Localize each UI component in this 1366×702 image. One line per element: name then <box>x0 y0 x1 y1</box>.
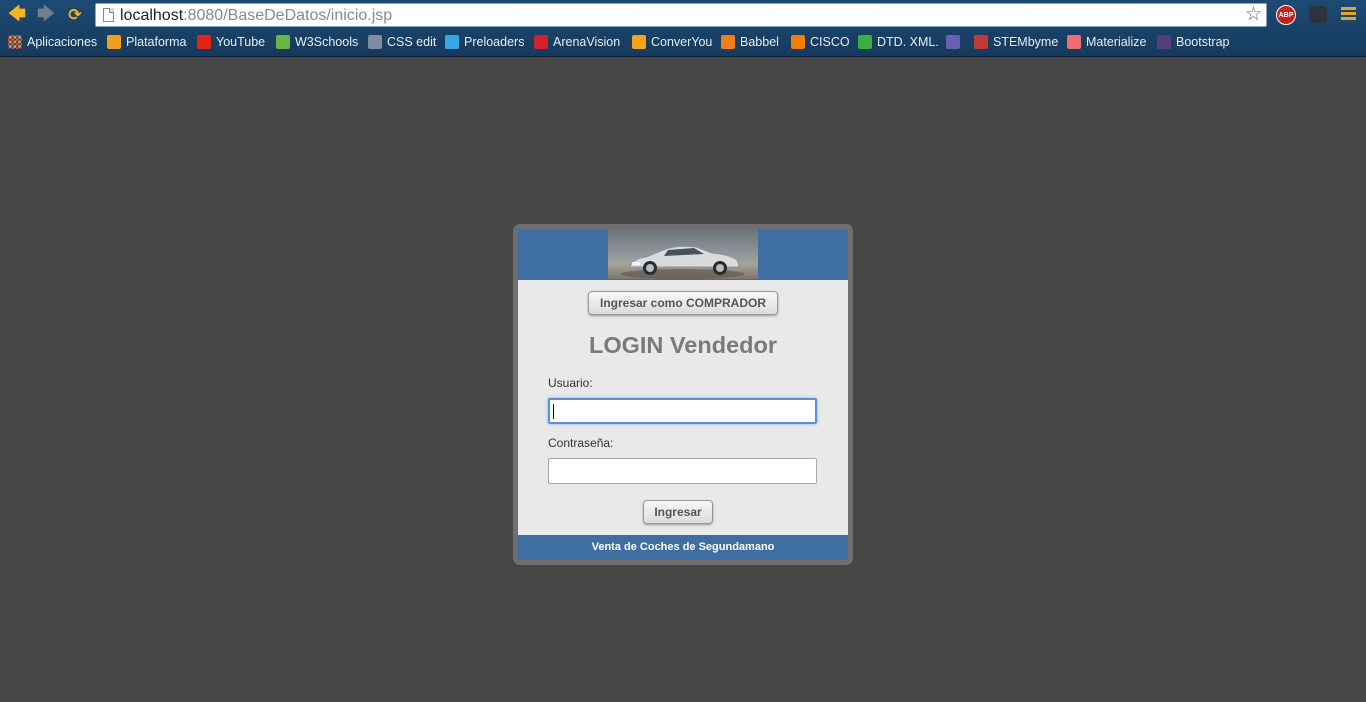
check-icon <box>858 35 872 49</box>
login-card-body: Ingresar como COMPRADOR LOGIN Vendedor U… <box>518 229 848 560</box>
bookmark-label: STEMbyme <box>993 35 1059 49</box>
bookmark-item[interactable]: Materialize <box>1067 33 1146 51</box>
bookmark-item[interactable]: DTD. XML. <box>858 33 939 51</box>
folder-icon <box>368 35 382 49</box>
bookmark-label: ArenaVision <box>553 35 621 49</box>
back-arrow-icon[interactable]: 🡄 <box>5 4 29 26</box>
password-field[interactable] <box>548 458 817 484</box>
bookmark-label: Bootstrap <box>1176 35 1230 49</box>
bookmark-item[interactable]: Aplicaciones <box>8 33 97 51</box>
login-title: LOGIN Vendedor <box>588 332 778 358</box>
bookmark-item[interactable]: Plataforma <box>107 33 186 51</box>
bookmark-label: Babbel <box>740 35 779 49</box>
bookmark-label: Aplicaciones <box>27 35 98 49</box>
bookmark-label: Plataforma <box>126 35 187 49</box>
apps-grid-icon <box>8 35 22 49</box>
bookmark-item[interactable]: STEMbyme <box>974 33 1058 51</box>
image-bookmark-icon <box>946 35 960 49</box>
bookmark-item[interactable] <box>946 33 965 51</box>
bookmark-label: CSS edit <box>387 35 437 49</box>
browser-toolbar: 🡄 🡆 ⟳ localhost:8080/BaseDeDatos/inicio.… <box>0 0 1366 30</box>
bookmark-item[interactable]: ArenaVision <box>534 33 620 51</box>
bookmark-label: Materialize <box>1086 35 1147 49</box>
stembyme-icon <box>974 35 988 49</box>
bookmark-label: CISCO <box>810 35 850 49</box>
blogger-icon <box>791 35 805 49</box>
bookmark-label: W3Schools <box>295 35 359 49</box>
browser-chrome: 🡄 🡆 ⟳ localhost:8080/BaseDeDatos/inicio.… <box>0 0 1366 57</box>
bookmark-item[interactable]: Preloaders <box>445 33 524 51</box>
bookmarks-bar: Aplicaciones Plataforma YouTube W3Schools CS… <box>0 31 1366 53</box>
card-header <box>518 229 848 280</box>
bookmark-item[interactable]: Bootstrap <box>1157 33 1230 51</box>
plataforma-icon <box>107 35 121 49</box>
address-bar[interactable]: localhost:8080/BaseDeDatos/inicio.jsp ☆ <box>95 3 1267 27</box>
adblock-plus-icon[interactable]: ABP <box>1276 5 1296 25</box>
materialize-icon <box>1067 35 1081 49</box>
car-image <box>608 229 758 279</box>
reload-icon[interactable]: ⟳ <box>63 4 87 26</box>
username-field[interactable] <box>548 398 817 424</box>
preloaders-icon <box>445 35 459 49</box>
login-card: Ingresar como COMPRADOR LOGIN Vendedor U… <box>513 224 853 565</box>
password-label: Contraseña: <box>548 436 614 450</box>
username-label: Usuario: <box>548 376 593 390</box>
bookmark-label: Preloaders <box>464 35 525 49</box>
url-path: :8080/BaseDeDatos/inicio.jsp <box>183 7 393 24</box>
bookmark-item[interactable]: CISCO <box>791 33 850 51</box>
forward-arrow-icon[interactable]: 🡆 <box>34 4 58 26</box>
extension-icon[interactable] <box>1309 6 1327 23</box>
login-submit-button[interactable]: Ingresar <box>643 500 713 524</box>
bookmark-item[interactable]: CSS edit <box>368 33 436 51</box>
url-host: localhost <box>120 7 184 24</box>
page-icon <box>103 8 114 22</box>
buyer-login-button[interactable]: Ingresar como COMPRADOR <box>588 291 778 315</box>
bookmark-label: DTD. XML. <box>877 35 939 49</box>
babbel-icon <box>721 35 735 49</box>
bookmark-star-icon[interactable]: ☆ <box>1245 4 1262 26</box>
bookmark-item[interactable]: W3Schools <box>276 33 358 51</box>
bookmark-label: YouTube <box>216 35 266 49</box>
bookmark-item[interactable]: Babbel <box>721 33 779 51</box>
bookmark-label: ConverYou <box>651 35 713 49</box>
menu-icon[interactable] <box>1341 7 1356 22</box>
text-caret <box>553 404 554 419</box>
w3schools-icon <box>276 35 290 49</box>
bootstrap-icon <box>1157 35 1171 49</box>
bookmark-item[interactable]: YouTube <box>197 33 265 51</box>
arenavision-icon <box>534 35 548 49</box>
card-footer: Venta de Coches de Segundamano <box>518 535 848 560</box>
youtube-icon <box>197 35 211 49</box>
converyou-icon <box>632 35 646 49</box>
bookmark-item[interactable]: ConverYou <box>632 33 712 51</box>
url-text[interactable]: localhost:8080/BaseDeDatos/inicio.jsp <box>120 6 392 25</box>
